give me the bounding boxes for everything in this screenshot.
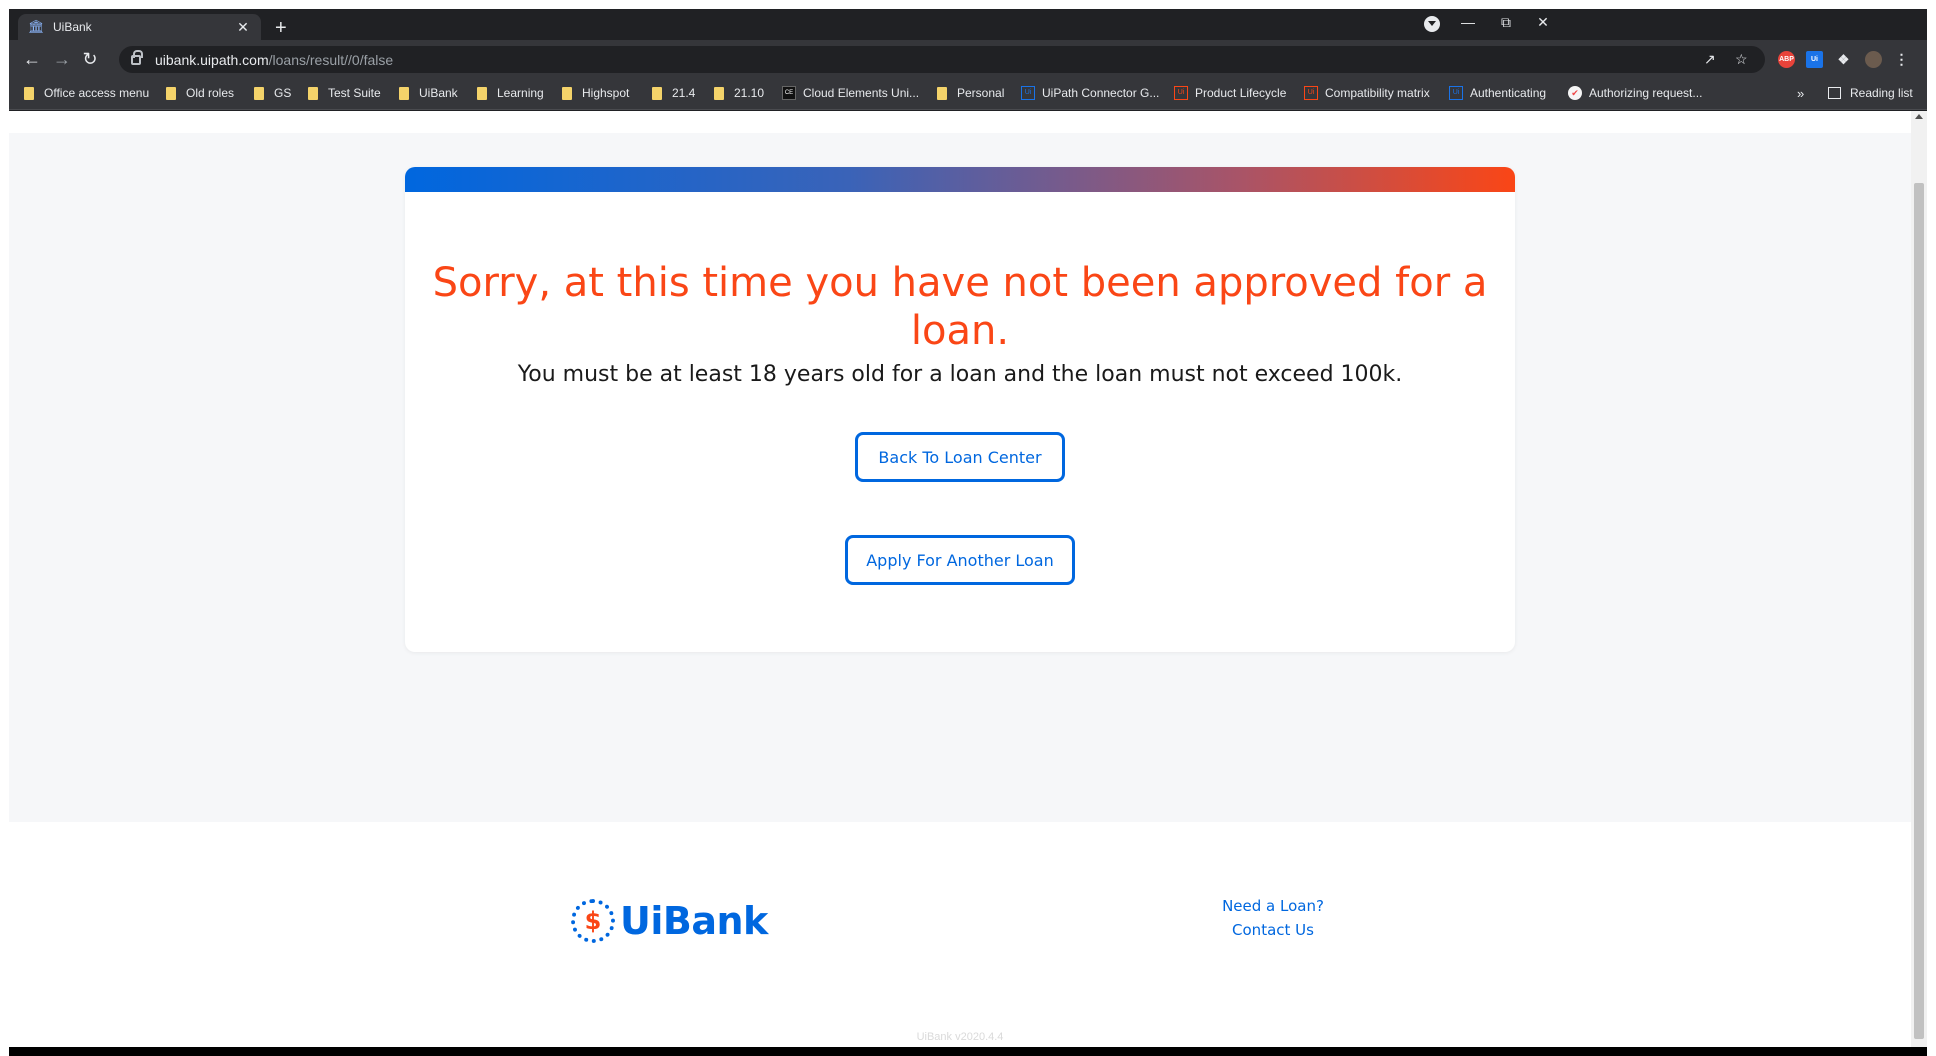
dollar-coin-icon: $ xyxy=(571,899,615,943)
bookmark-item[interactable]: Learning xyxy=(477,86,544,100)
reload-icon[interactable]: ↻ xyxy=(79,49,101,69)
chrome-menu-down-icon[interactable] xyxy=(1424,16,1440,32)
bookmark-item[interactable]: 21.10 xyxy=(714,86,764,100)
card-gradient-bar xyxy=(405,167,1515,192)
folder-icon xyxy=(308,86,318,100)
uipath-orange-icon: Ui xyxy=(1304,86,1318,100)
page-scrollbar[interactable] xyxy=(1911,111,1927,1049)
url-path: /loans/result//0/false xyxy=(268,51,394,68)
browser-toolbar: ← → ↻ uibank.uipath.com/loans/result//0/… xyxy=(9,40,1927,78)
bookmark-item[interactable]: CE Cloud Elements Uni... xyxy=(782,86,919,100)
bookmark-item[interactable]: Ui Compatibility matrix xyxy=(1304,86,1430,100)
bank-icon: 🏛 xyxy=(28,19,45,34)
folder-icon xyxy=(254,86,264,100)
close-tab-icon[interactable]: ✕ xyxy=(235,19,251,36)
bookmark-item[interactable]: Test Suite xyxy=(308,86,381,100)
uipath-icon: Ui xyxy=(1021,86,1035,100)
cloud-elements-icon: CE xyxy=(782,86,796,100)
contact-us-link[interactable]: Contact Us xyxy=(1183,918,1363,942)
bookmark-item[interactable]: Ui Product Lifecycle xyxy=(1174,86,1286,100)
bookmark-item[interactable]: 21.4 xyxy=(652,86,695,100)
folder-icon xyxy=(714,86,724,100)
bookmarks-bar: Office access menu Old roles GS Test Sui… xyxy=(9,78,1927,110)
new-tab-button[interactable]: + xyxy=(275,18,287,38)
tab-strip: 🏛 UiBank ✕ + — ⧉ ✕ xyxy=(9,9,1927,40)
page-header-strip xyxy=(9,111,1911,133)
uipath-orange-icon: Ui xyxy=(1174,86,1188,100)
footer-links: Need a Loan? Contact Us xyxy=(1183,894,1363,942)
back-arrow-icon[interactable]: ← xyxy=(21,49,43,69)
authorize-icon: ✔ xyxy=(1568,86,1582,100)
scroll-thumb[interactable] xyxy=(1914,183,1924,1039)
url-host: uibank.uipath.com xyxy=(155,51,269,68)
version-text: UiBank v2020.4.4 xyxy=(916,1031,1004,1043)
folder-icon xyxy=(477,86,487,100)
bottom-edge xyxy=(9,1047,1927,1056)
uibank-logo[interactable]: $ UiBank xyxy=(571,899,768,943)
folder-icon xyxy=(24,86,34,100)
result-card: Sorry, at this time you have not been ap… xyxy=(405,167,1515,652)
kebab-menu-icon[interactable]: ⋮ xyxy=(1893,51,1910,68)
reading-list-icon xyxy=(1828,87,1841,99)
forward-arrow-icon[interactable]: → xyxy=(51,49,73,69)
adblock-icon[interactable]: ABP xyxy=(1778,51,1795,68)
close-window-icon[interactable]: ✕ xyxy=(1528,14,1558,31)
share-icon[interactable]: ↗ xyxy=(1704,51,1716,68)
need-a-loan-link[interactable]: Need a Loan? xyxy=(1183,894,1363,918)
bookmark-item[interactable]: Ui Authenticating xyxy=(1449,86,1546,100)
bookmark-item[interactable]: Office access menu xyxy=(24,86,149,100)
folder-icon xyxy=(937,86,947,100)
restore-icon[interactable]: ⧉ xyxy=(1491,14,1521,31)
address-bar[interactable]: uibank.uipath.com/loans/result//0/false … xyxy=(119,46,1765,73)
more-bookmarks-icon[interactable]: » xyxy=(1797,86,1804,101)
result-message: You must be at least 18 years old for a … xyxy=(517,362,1403,387)
page-viewport: Sorry, at this time you have not been ap… xyxy=(9,111,1911,1049)
reading-list-button[interactable]: Reading list xyxy=(1828,86,1913,100)
folder-icon xyxy=(166,86,176,100)
uipath-icon: Ui xyxy=(1449,86,1463,100)
bookmark-item[interactable]: Old roles xyxy=(166,86,234,100)
lock-icon xyxy=(131,49,143,65)
profile-avatar-icon[interactable] xyxy=(1865,51,1882,68)
back-to-loan-center-button[interactable]: Back To Loan Center xyxy=(855,432,1065,482)
logo-text: UiBank xyxy=(620,899,768,943)
folder-icon xyxy=(562,86,572,100)
star-icon[interactable]: ☆ xyxy=(1735,51,1748,68)
screen: 🏛 UiBank ✕ + — ⧉ ✕ ← → ↻ uibank.uipath.c… xyxy=(0,0,1936,1056)
apply-another-loan-button[interactable]: Apply For Another Loan xyxy=(845,535,1075,585)
folder-icon xyxy=(399,86,409,100)
extensions-puzzle-icon[interactable]: ❖ xyxy=(1835,51,1852,68)
result-heading: Sorry, at this time you have not been ap… xyxy=(432,260,1488,354)
minimize-icon[interactable]: — xyxy=(1453,14,1483,30)
tab-title: UiBank xyxy=(53,20,92,34)
bookmark-item[interactable]: Ui UiPath Connector G... xyxy=(1021,86,1159,100)
bookmark-item[interactable]: GS xyxy=(254,86,291,100)
bookmark-item[interactable]: ✔ Authorizing request... xyxy=(1568,86,1702,100)
scroll-up-icon[interactable] xyxy=(1915,114,1923,119)
tab-uibank[interactable]: 🏛 UiBank ✕ xyxy=(18,14,261,40)
bookmark-item[interactable]: Personal xyxy=(937,86,1004,100)
bookmark-item[interactable]: Highspot xyxy=(562,86,629,100)
bookmark-item[interactable]: UiBank xyxy=(399,86,458,100)
uipath-extension-icon[interactable]: Ui xyxy=(1806,51,1823,68)
folder-icon xyxy=(652,86,662,100)
